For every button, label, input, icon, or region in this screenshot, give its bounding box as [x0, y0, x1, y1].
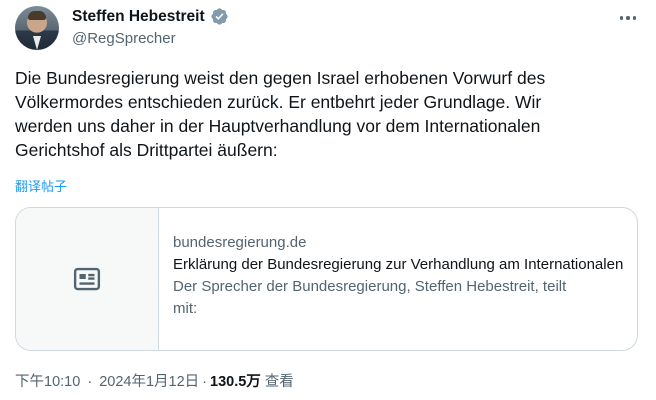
tweet-time: 下午10:10 — [15, 374, 81, 390]
link-preview-card[interactable]: bundesregierung.de Erklärung der Bundesr… — [15, 207, 638, 351]
avatar-hair — [28, 11, 46, 20]
tweet-text-line: Die Bundesregierung weist den gegen Isra… — [15, 68, 546, 88]
card-description: Der Sprecher der Bundesregierung, Steffe… — [173, 276, 625, 320]
more-dot-icon — [619, 16, 624, 20]
tweet-text-line: werden uns daher in der Hauptverhandlung… — [15, 116, 541, 136]
card-thumbnail — [16, 208, 159, 350]
author-display-name[interactable]: Steffen Hebestreit — [72, 8, 205, 26]
more-dot-icon — [626, 16, 630, 20]
translate-post-link[interactable]: 翻译帖子 — [15, 176, 67, 195]
card-body: bundesregierung.de Erklärung der Bundesr… — [173, 232, 625, 320]
verified-badge-icon[interactable] — [210, 7, 229, 26]
meta-separator: · — [202, 374, 207, 390]
author-name-row: Steffen Hebestreit — [72, 7, 229, 26]
tweet-timestamp[interactable]: 下午10:10 · 2024年1月12日 — [15, 370, 199, 391]
avatar-shirt — [33, 36, 41, 50]
views-label: 查看 — [264, 374, 294, 390]
tweet-text-line: Völkermordes entschieden zurück. Er entb… — [15, 92, 542, 112]
card-title: Erklärung der Bundesregierung zur Verhan… — [173, 256, 624, 273]
meta-separator: · — [87, 374, 93, 390]
tweet-text-line: Gerichtshof als Drittpartei äußern: — [15, 140, 278, 160]
tweet-date: 2024年1月12日 — [99, 374, 200, 390]
author-avatar[interactable] — [15, 6, 59, 50]
card-domain: bundesregierung.de — [173, 234, 307, 251]
newspaper-icon — [73, 267, 101, 291]
card-description-line: mit: — [173, 300, 198, 317]
more-dot-icon — [632, 16, 637, 20]
more-options-button[interactable] — [616, 8, 640, 28]
tweet-text: Die Bundesregierung weist den gegen Isra… — [15, 66, 645, 162]
card-description-line: Der Sprecher der Bundesregierung, Steffe… — [173, 278, 567, 295]
tweet-meta: 下午10:10 · 2024年1月12日 · 130.5万 查看 — [15, 370, 294, 391]
author-handle[interactable]: @RegSprecher — [72, 30, 176, 47]
views-count[interactable]: 130.5万 — [210, 370, 261, 391]
